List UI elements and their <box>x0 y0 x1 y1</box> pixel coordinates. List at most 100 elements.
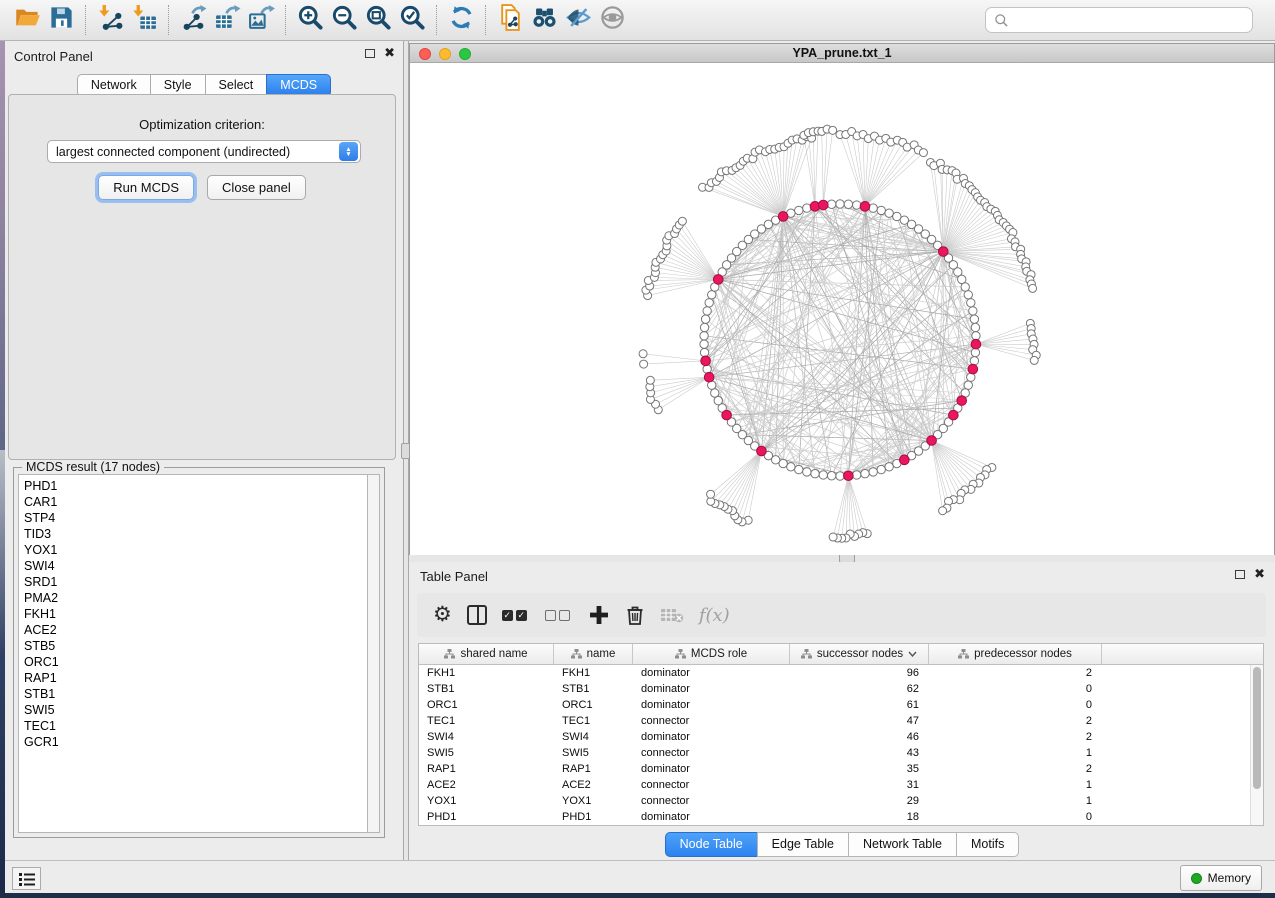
table-cell[interactable]: connector <box>633 777 790 793</box>
graph-node[interactable] <box>969 307 977 315</box>
graph-node[interactable] <box>803 204 811 212</box>
graph-node[interactable] <box>714 396 722 404</box>
graph-node[interactable] <box>787 463 795 471</box>
graph-hub-node[interactable] <box>957 396 967 406</box>
graph-leaf-node[interactable] <box>1030 356 1038 364</box>
table-cell[interactable]: 2 <box>929 665 1102 681</box>
network-canvas[interactable] <box>410 63 1274 555</box>
table-cell[interactable]: dominator <box>633 697 790 713</box>
table-cell[interactable]: 1 <box>929 777 1102 793</box>
mcds-result-scrollbar[interactable] <box>367 474 380 833</box>
graph-node[interactable] <box>970 315 978 323</box>
zoom-in-button[interactable] <box>293 3 327 37</box>
show-hide-details-button[interactable] <box>595 3 629 37</box>
table-row[interactable]: ORC1ORC1dominator610 <box>419 697 1263 713</box>
close-panel-icon[interactable]: ✖ <box>1254 569 1265 579</box>
graph-hub-node[interactable] <box>818 200 828 210</box>
table-cell[interactable]: dominator <box>633 809 790 825</box>
graph-node[interactable] <box>701 315 709 323</box>
memory-button[interactable]: Memory <box>1180 865 1262 891</box>
table-cell[interactable]: 46 <box>790 729 929 745</box>
graph-hub-node[interactable] <box>938 247 948 257</box>
table-row[interactable]: PHD1PHD1dominator180 <box>419 809 1263 825</box>
table-cell[interactable]: SWI4 <box>419 729 554 745</box>
table-cell[interactable]: dominator <box>633 729 790 745</box>
table-cell[interactable]: 29 <box>790 793 929 809</box>
table-cell[interactable]: STB1 <box>419 681 554 697</box>
table-cell[interactable]: 1 <box>929 793 1102 809</box>
select-all-button[interactable]: ✓✓ <box>502 600 530 630</box>
mcds-result-item[interactable]: STB1 <box>24 686 367 702</box>
export-network-button[interactable] <box>176 3 210 37</box>
graph-leaf-node[interactable] <box>646 376 654 384</box>
graph-node[interactable] <box>961 283 969 291</box>
graph-node[interactable] <box>869 204 877 212</box>
table-cell[interactable]: STB1 <box>554 681 633 697</box>
graph-node[interactable] <box>811 469 819 477</box>
zoom-selected-button[interactable] <box>395 3 429 37</box>
search-network-button[interactable] <box>527 3 561 37</box>
graph-hub-node[interactable] <box>722 410 732 420</box>
mcds-result-item[interactable]: ORC1 <box>24 654 367 670</box>
table-cell[interactable]: SWI5 <box>419 745 554 761</box>
table-cell[interactable]: SWI4 <box>554 729 633 745</box>
mcds-result-item[interactable]: STB5 <box>24 638 367 654</box>
table-row[interactable]: FKH1FKH1dominator962 <box>419 665 1263 681</box>
graph-node[interactable] <box>708 291 716 299</box>
graph-hub-node[interactable] <box>844 471 854 481</box>
table-row[interactable]: RAP1RAP1dominator352 <box>419 761 1263 777</box>
graph-node[interactable] <box>958 275 966 283</box>
graph-node[interactable] <box>964 381 972 389</box>
criterion-dropdown[interactable]: largest connected component (undirected)… <box>47 140 361 163</box>
table-cell[interactable]: 0 <box>929 681 1102 697</box>
clone-network-button[interactable] <box>493 3 527 37</box>
scrollbar-thumb[interactable] <box>1253 667 1261 789</box>
show-columns-button[interactable] <box>467 600 487 630</box>
graph-leaf-node[interactable] <box>639 350 647 358</box>
mcds-result-item[interactable]: SRD1 <box>24 574 367 590</box>
graph-node[interactable] <box>700 340 708 348</box>
search-input[interactable] <box>1015 10 1252 30</box>
graph-node[interactable] <box>964 291 972 299</box>
table-cell[interactable]: TEC1 <box>419 713 554 729</box>
graph-node[interactable] <box>885 463 893 471</box>
network-search-field[interactable] <box>985 7 1253 33</box>
save-session-button[interactable] <box>44 3 78 37</box>
tab-motifs[interactable]: Motifs <box>956 832 1019 857</box>
graph-hub-node[interactable] <box>927 436 937 446</box>
graph-leaf-node[interactable] <box>640 360 648 368</box>
table-cell[interactable]: dominator <box>633 681 790 697</box>
mcds-result-item[interactable]: PHD1 <box>24 478 367 494</box>
close-panel-button[interactable]: Close panel <box>207 175 306 200</box>
mcds-result-item[interactable]: SWI5 <box>24 702 367 718</box>
graph-node[interactable] <box>700 348 708 356</box>
table-cell[interactable]: PHD1 <box>554 809 633 825</box>
graph-hub-node[interactable] <box>701 356 711 366</box>
mcds-result-item[interactable]: FKH1 <box>24 606 367 622</box>
graph-leaf-node[interactable] <box>829 126 837 134</box>
table-row[interactable]: SWI5SWI5connector431 <box>419 745 1263 761</box>
graph-node[interactable] <box>836 472 844 480</box>
table-cell[interactable]: FKH1 <box>554 665 633 681</box>
open-file-button[interactable] <box>10 3 44 37</box>
graph-node[interactable] <box>836 200 844 208</box>
table-cell[interactable]: RAP1 <box>419 761 554 777</box>
graph-node[interactable] <box>803 468 811 476</box>
float-panel-icon[interactable] <box>1235 570 1245 579</box>
graph-node[interactable] <box>844 200 852 208</box>
column-header-successor-nodes[interactable]: successor nodes <box>790 644 929 664</box>
graph-hub-node[interactable] <box>757 446 767 456</box>
graph-node[interactable] <box>877 206 885 214</box>
graph-node[interactable] <box>853 201 861 209</box>
table-cell[interactable]: connector <box>633 793 790 809</box>
toggle-graphics-details-button[interactable] <box>561 3 595 37</box>
table-cell[interactable]: 43 <box>790 745 929 761</box>
export-image-button[interactable] <box>244 3 278 37</box>
mcds-result-item[interactable]: CAR1 <box>24 494 367 510</box>
table-cell[interactable]: 96 <box>790 665 929 681</box>
table-cell[interactable]: 0 <box>929 697 1102 713</box>
float-panel-icon[interactable] <box>365 49 375 58</box>
mcds-result-item[interactable]: TID3 <box>24 526 367 542</box>
table-cell[interactable]: 0 <box>929 809 1102 825</box>
table-cell[interactable]: 18 <box>790 809 929 825</box>
